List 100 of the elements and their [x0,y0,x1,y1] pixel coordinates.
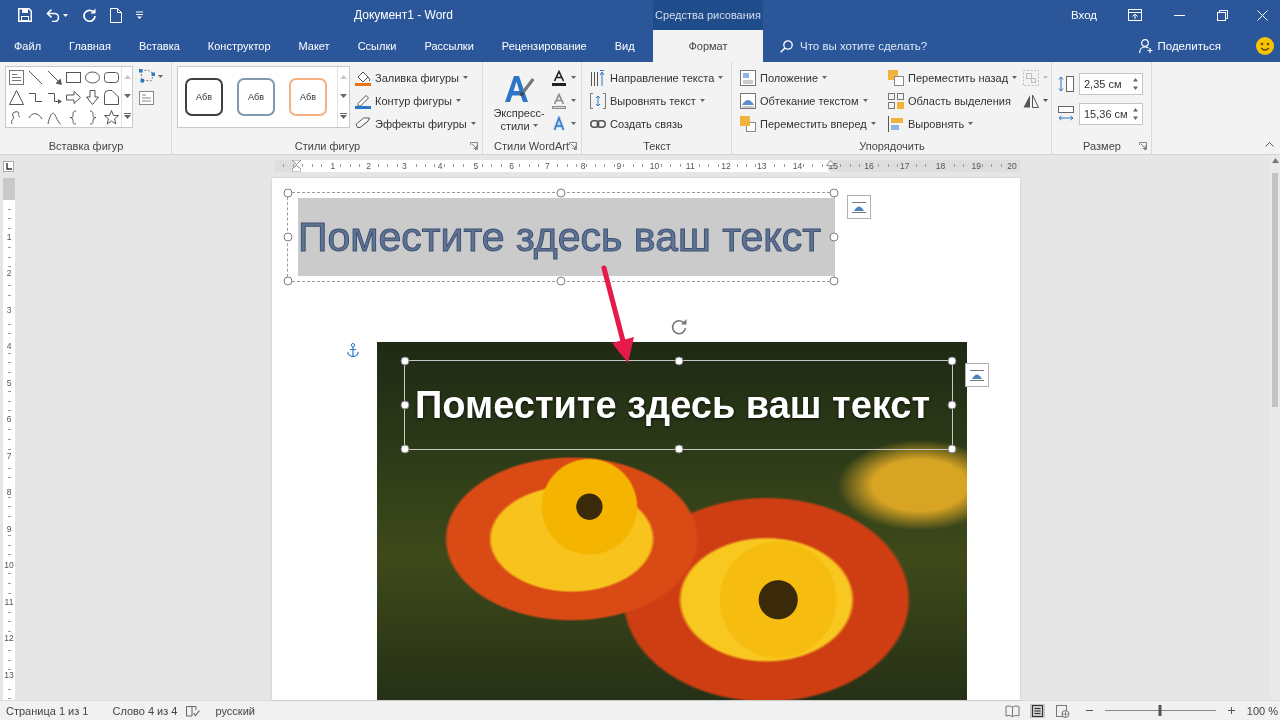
create-link-button[interactable]: Создать связь [587,112,727,135]
read-mode-icon[interactable] [1004,703,1020,718]
scrollbar-thumb[interactable] [1272,173,1278,407]
shape-outline-button[interactable]: Контур фигуры [352,89,479,112]
dialog-launcher-icon[interactable] [569,141,577,150]
resize-handle[interactable] [283,232,293,242]
gallery-scroll-down-icon[interactable] [123,94,131,98]
caret-icon[interactable] [1043,99,1048,102]
resize-handle[interactable] [829,232,839,242]
wrap-text-button[interactable]: Обтекание текстом [737,89,885,112]
layout-options-icon[interactable] [965,363,989,387]
redo-icon[interactable] [82,8,96,22]
dialog-launcher-icon[interactable] [1139,141,1147,150]
arrow-line-shape-icon[interactable] [47,69,62,85]
close-icon[interactable] [1256,9,1268,21]
word-count[interactable]: Слово 4 из 4 [112,704,178,717]
text-fill-icon[interactable] [551,69,567,86]
gallery-more-icon[interactable] [340,113,347,120]
ribbon-tab[interactable]: Конструктор [193,30,285,62]
resize-handle[interactable] [829,276,839,286]
resize-handle[interactable] [674,444,683,454]
shape-width-field[interactable]: 15,36 см [1079,103,1143,125]
indent-marker-icon[interactable] [292,160,301,172]
resize-handle[interactable] [947,444,957,454]
rotate-handle-icon[interactable] [669,318,688,336]
bring-forward-button[interactable]: Переместить вперед [737,112,885,135]
resize-handle[interactable] [556,276,566,286]
sign-in-link[interactable]: Вход [1071,9,1097,21]
restore-icon[interactable] [1217,9,1228,21]
save-icon[interactable] [18,8,32,22]
ribbon-tab[interactable]: Формат [653,30,763,62]
caret-icon[interactable] [158,74,163,78]
tab-stop-selector-icon[interactable] [3,160,14,172]
rotate-icon[interactable] [1023,93,1039,108]
ribbon-tab[interactable]: Рассылки [410,30,488,62]
dialog-launcher-icon[interactable] [470,141,478,150]
layout-options-icon[interactable] [847,195,871,219]
resize-handle[interactable] [400,356,410,366]
spinner-icon[interactable] [1133,78,1138,90]
ribbon-tab[interactable]: Рецензирование [487,30,601,62]
resize-handle[interactable] [947,356,957,366]
align-text-button[interactable]: Выровнять текст [587,89,727,112]
snipped-shape-icon[interactable] [104,89,119,105]
gallery-scroll-down-icon[interactable] [340,94,347,98]
text-box-shape-icon[interactable] [9,69,24,85]
resize-handle[interactable] [283,276,293,286]
text-direction-button[interactable]: Направление текста [587,66,727,89]
proofing-icon[interactable] [185,704,200,717]
web-layout-icon[interactable] [1054,703,1070,718]
scroll-up-icon[interactable] [1271,158,1279,163]
search-field[interactable]: Что вы хотите сделать? [800,37,950,55]
shape-style-swatch[interactable]: Абв [185,78,223,116]
shape-height-field[interactable]: 2,35 см [1079,73,1143,95]
ribbon-tab[interactable]: Файл [0,30,56,62]
share-button[interactable]: Поделиться [1139,30,1221,62]
print-layout-icon[interactable] [1029,703,1045,718]
quick-styles-button[interactable]: Экспресс-стили [490,66,548,137]
caret-icon[interactable] [571,99,576,102]
ribbon-tab[interactable]: Главная [55,30,125,62]
zoom-slider-thumb[interactable] [1158,705,1162,716]
edit-shape-icon[interactable] [139,69,155,83]
spinner-icon[interactable] [1133,108,1138,120]
page-count[interactable]: Страница 1 из 1 [6,704,89,717]
right-arrow-shape-icon[interactable] [66,89,81,105]
text-box-icon[interactable] [139,91,154,105]
star-shape-icon[interactable] [104,109,119,125]
resize-handle[interactable] [556,188,566,198]
shape-style-swatch[interactable]: Абв [289,78,327,116]
triangle-shape-icon[interactable] [9,89,24,105]
selection-pane-button[interactable]: Область выделения [885,89,1020,112]
text-outline-icon[interactable] [551,92,567,109]
ribbon-tab[interactable]: Вид [600,30,649,62]
smiley-icon[interactable] [1256,37,1274,55]
position-button[interactable]: Положение [737,66,885,89]
send-backward-button[interactable]: Переместить назад [885,66,1020,89]
caret-icon[interactable] [63,13,68,17]
zoom-in-icon[interactable] [1227,707,1235,714]
ribbon-tab[interactable]: Макет [284,30,344,62]
gallery-more-icon[interactable] [123,113,131,120]
minimize-icon[interactable] [1173,14,1185,16]
oval-shape-icon[interactable] [85,69,100,85]
align-button[interactable]: Выровнять [885,112,1020,135]
shape-effects-button[interactable]: Эффекты фигуры [352,112,479,135]
ribbon-tab[interactable]: Вставка [124,30,194,62]
language-indicator[interactable]: русский [215,704,255,717]
resize-handle[interactable] [400,444,410,454]
zoom-level[interactable]: 100 % [1246,704,1278,717]
caret-icon[interactable] [571,76,576,79]
text-effects-icon[interactable] [551,115,567,132]
rounded-rectangle-shape-icon[interactable] [104,69,119,85]
resize-handle[interactable] [947,400,957,410]
caret-icon[interactable] [571,122,576,125]
shape-fill-button[interactable]: Заливка фигуры [352,66,479,89]
resize-handle[interactable] [400,400,410,410]
resize-handle[interactable] [283,188,293,198]
customize-toolbar-icon[interactable] [136,11,143,19]
search-icon[interactable] [780,39,793,53]
rectangle-shape-icon[interactable] [66,69,81,85]
undo-icon[interactable] [46,8,60,22]
down-arrow-shape-icon[interactable] [85,89,100,105]
